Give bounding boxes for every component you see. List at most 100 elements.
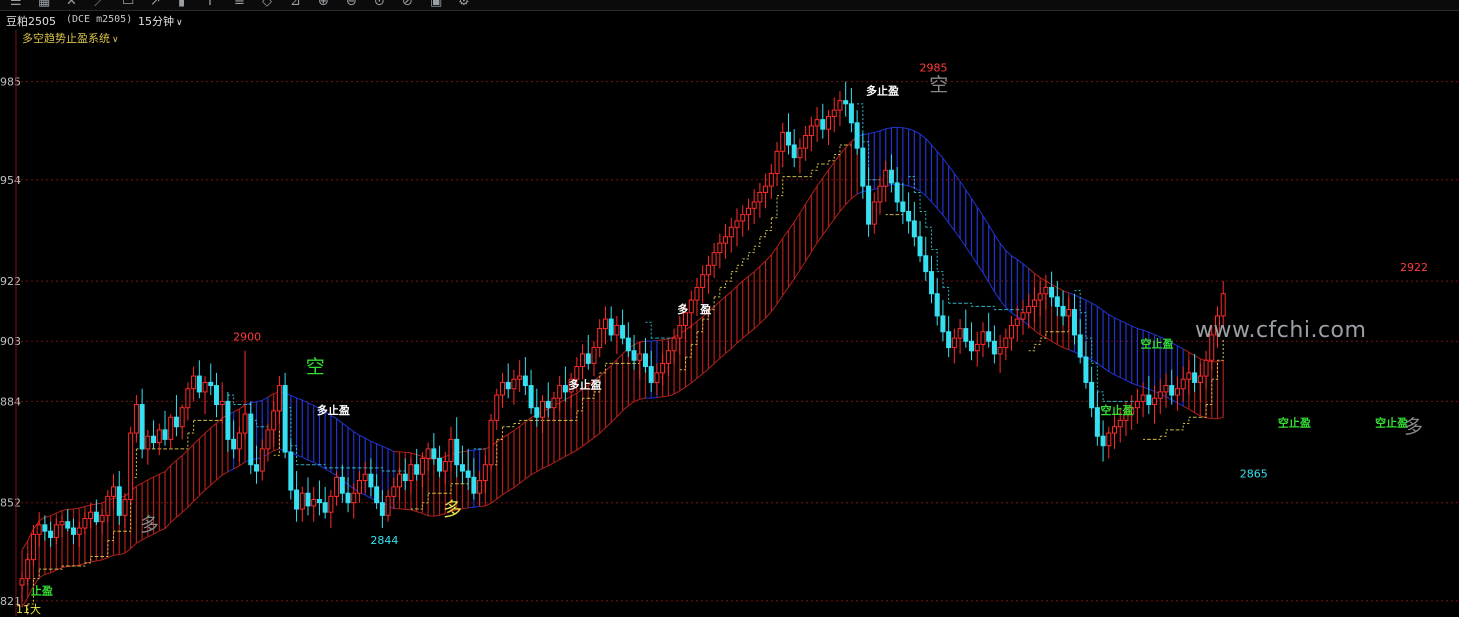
candlestick-chart[interactable]: 9859549229038848528212900298529222844286…: [0, 0, 1459, 616]
trend-band-edge: [754, 323, 760, 328]
trend-band-edge: [1029, 325, 1035, 330]
candle-body: [146, 436, 150, 449]
candle-body: [152, 436, 156, 442]
trend-band-edge: [640, 398, 646, 399]
trend-band-edge: [1063, 291, 1069, 293]
trend-band-edge: [972, 255, 978, 264]
trend-band-edge: [308, 460, 314, 462]
trend-band-edge: [1069, 350, 1075, 352]
trend-band-edge: [748, 329, 754, 334]
trend-band-edge: [182, 507, 188, 512]
trend-band-edge: [45, 573, 51, 574]
trend-band-edge: [777, 295, 783, 304]
trend-band-edge: [1143, 330, 1149, 332]
candle-body: [712, 253, 716, 266]
trailing-stop-line: [714, 287, 720, 296]
trend-band-edge: [1046, 281, 1052, 284]
candle-body: [134, 405, 138, 433]
candle-body: [163, 430, 167, 439]
trend-band-edge: [171, 460, 177, 465]
trend-band-edge: [605, 423, 611, 428]
candle-body: [71, 528, 75, 534]
y-tick-label: 922: [0, 275, 21, 288]
trend-band-edge: [1195, 356, 1201, 359]
trend-band-edge: [617, 354, 623, 360]
trailing-stop-line: [1200, 405, 1206, 418]
trend-band-edge: [829, 162, 835, 170]
trend-band-edge: [268, 394, 274, 397]
candle-body: [786, 132, 790, 145]
candle-body: [706, 265, 710, 274]
candle-body: [1221, 294, 1225, 316]
trailing-stop-line: [766, 218, 772, 231]
trend-band-edge: [297, 398, 303, 400]
trailing-stop-line: [914, 192, 920, 211]
candle-body: [781, 132, 785, 151]
trend-band-edge: [726, 349, 732, 354]
trailing-stop-line: [1183, 417, 1189, 423]
candle-body: [386, 496, 390, 515]
trailing-stop-line: [720, 281, 726, 287]
trailing-stop-line: [1080, 313, 1086, 338]
trend-band-edge: [1069, 293, 1075, 295]
candle-body: [49, 531, 53, 537]
trend-band-edge: [142, 480, 148, 483]
trend-band-edge: [920, 191, 926, 196]
candle-body: [106, 496, 110, 515]
candle-body: [678, 325, 682, 338]
candle-body: [586, 354, 590, 363]
trend-band-edge: [817, 235, 823, 243]
trailing-stop-line: [943, 287, 949, 303]
trend-band-edge: [748, 272, 754, 277]
trend-band-edge: [1149, 389, 1155, 391]
candle-body: [66, 522, 70, 528]
trend-band-edge: [462, 451, 468, 452]
trend-band-edge: [954, 231, 960, 239]
candle-body: [1101, 436, 1105, 445]
trend-band-edge: [251, 402, 257, 403]
trend-band-edge: [680, 387, 686, 391]
trend-band-edge: [1126, 380, 1132, 383]
trend-band-edge: [743, 333, 749, 338]
trend-band-edge: [108, 555, 114, 557]
trend-band-edge: [234, 466, 240, 469]
candle-body: [214, 386, 218, 405]
trend-band-edge: [651, 341, 657, 342]
trend-band-edge: [388, 449, 394, 452]
trailing-stop-line: [417, 503, 423, 509]
trend-band-edge: [514, 426, 520, 430]
candle-body: [792, 145, 796, 158]
candle-body: [392, 487, 396, 496]
trend-band-edge: [788, 222, 794, 230]
trend-band-edge: [754, 266, 760, 271]
trend-band-edge: [548, 463, 554, 466]
trend-band-edge: [79, 507, 85, 509]
trend-band-edge: [319, 466, 325, 469]
trend-band-edge: [611, 360, 617, 366]
trend-band-edge: [943, 215, 949, 223]
candle-body: [626, 338, 630, 351]
candle-body: [724, 237, 728, 243]
y-tick-label: 954: [0, 174, 21, 187]
candle-body: [958, 329, 962, 338]
candle-body: [598, 329, 602, 348]
candle-body: [541, 401, 545, 417]
trend-band-edge: [554, 460, 560, 463]
trend-band-edge: [262, 397, 268, 400]
candle-body: [809, 126, 813, 135]
trend-band-edge: [931, 145, 937, 152]
candle-body: [272, 411, 276, 430]
trend-band-edge: [960, 238, 966, 247]
candle-body: [26, 560, 30, 579]
trailing-stop-line: [422, 493, 428, 502]
trend-band-edge: [468, 507, 474, 508]
candle-body: [1084, 357, 1088, 382]
candle-body: [1198, 376, 1202, 382]
candle-body: [54, 525, 58, 538]
trend-band-edge: [823, 170, 829, 178]
candle-body: [420, 458, 424, 474]
extreme-price-label: 2844: [370, 534, 398, 547]
trend-band-edge: [1143, 387, 1149, 389]
trend-band-edge: [588, 438, 594, 442]
trailing-stop-line: [377, 468, 383, 471]
